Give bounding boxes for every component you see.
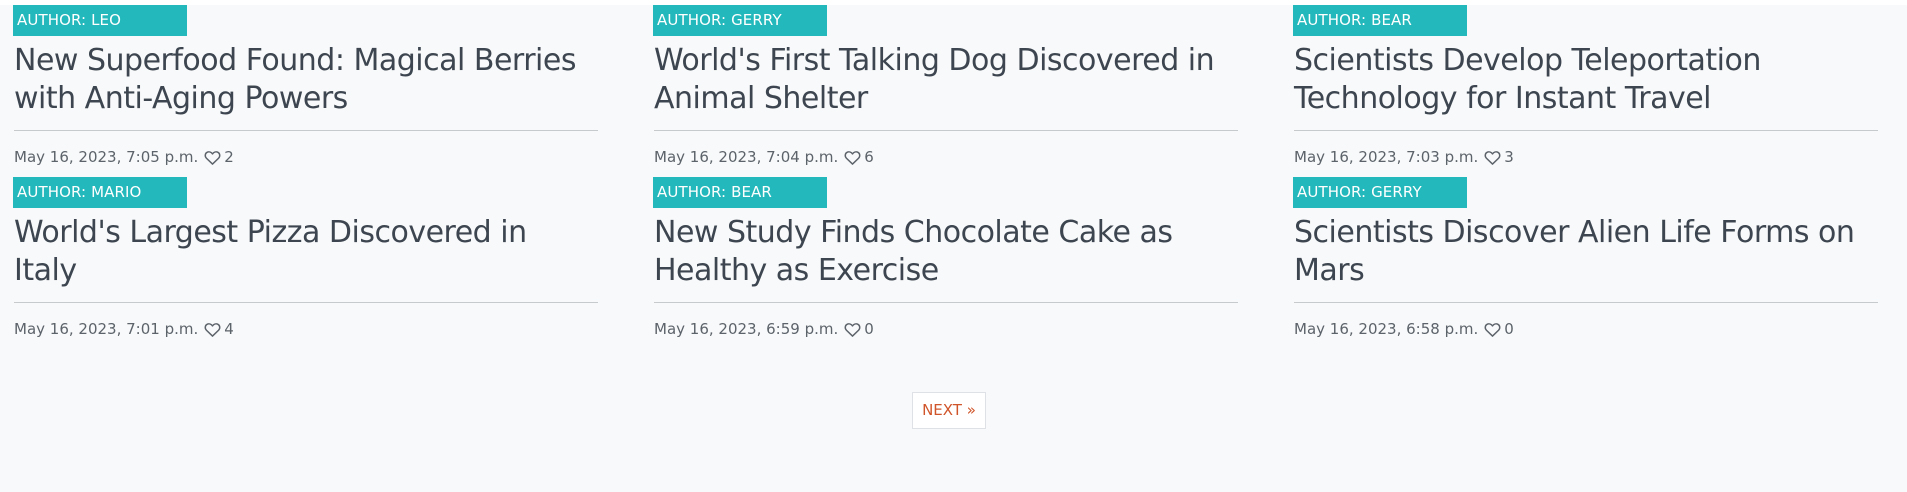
like-count: 2 (224, 148, 234, 166)
article-title[interactable]: World's First Talking Dog Discovered in … (654, 42, 1238, 118)
author-badge[interactable]: AUTHOR: MARIO (13, 177, 187, 208)
article-divider (14, 302, 598, 303)
article-title[interactable]: World's Largest Pizza Discovered in Ital… (14, 214, 598, 290)
author-badge[interactable]: AUTHOR: GERRY (653, 5, 827, 36)
article-title[interactable]: New Study Finds Chocolate Cake as Health… (654, 214, 1238, 290)
article-divider (1294, 130, 1878, 131)
article-date: May 16, 2023, 6:58 p.m. (1294, 320, 1479, 338)
article-title[interactable]: Scientists Discover Alien Life Forms on … (1294, 214, 1878, 290)
article-meta: May 16, 2023, 7:04 p.m. 6 (654, 148, 1238, 166)
article-meta: May 16, 2023, 7:01 p.m. 4 (14, 320, 598, 338)
author-badge[interactable]: AUTHOR: BEAR (653, 177, 827, 208)
heart-icon[interactable] (204, 321, 221, 338)
article-divider (654, 302, 1238, 303)
article-card: AUTHOR: GERRY Scientists Discover Alien … (1293, 177, 1878, 338)
article-divider (14, 130, 598, 131)
article-card: AUTHOR: GERRY World's First Talking Dog … (653, 5, 1238, 166)
like-count: 6 (864, 148, 874, 166)
article-meta: May 16, 2023, 6:58 p.m. 0 (1294, 320, 1878, 338)
article-date: May 16, 2023, 7:01 p.m. (14, 320, 199, 338)
article-meta: May 16, 2023, 7:03 p.m. 3 (1294, 148, 1878, 166)
article-date: May 16, 2023, 6:59 p.m. (654, 320, 839, 338)
article-date: May 16, 2023, 7:03 p.m. (1294, 148, 1479, 166)
heart-icon[interactable] (204, 149, 221, 166)
article-date: May 16, 2023, 7:04 p.m. (654, 148, 839, 166)
author-badge[interactable]: AUTHOR: GERRY (1293, 177, 1467, 208)
article-card: AUTHOR: MARIO World's Largest Pizza Disc… (13, 177, 598, 338)
article-card: AUTHOR: BEAR New Study Finds Chocolate C… (653, 177, 1238, 338)
article-card: AUTHOR: BEAR Scientists Develop Teleport… (1293, 5, 1878, 166)
article-divider (1294, 302, 1878, 303)
heart-icon[interactable] (844, 321, 861, 338)
article-card: AUTHOR: LEO New Superfood Found: Magical… (13, 5, 598, 166)
like-count: 0 (864, 320, 874, 338)
author-badge[interactable]: AUTHOR: LEO (13, 5, 187, 36)
article-meta: May 16, 2023, 6:59 p.m. 0 (654, 320, 1238, 338)
article-divider (654, 130, 1238, 131)
heart-icon[interactable] (1484, 149, 1501, 166)
article-date: May 16, 2023, 7:05 p.m. (14, 148, 199, 166)
author-badge[interactable]: AUTHOR: BEAR (1293, 5, 1467, 36)
page-content: AUTHOR: LEO New Superfood Found: Magical… (0, 5, 1907, 492)
like-count: 3 (1504, 148, 1514, 166)
like-count: 4 (224, 320, 234, 338)
heart-icon[interactable] (1484, 321, 1501, 338)
next-page-button[interactable]: NEXT » (912, 392, 986, 429)
article-title[interactable]: New Superfood Found: Magical Berries wit… (14, 42, 598, 118)
heart-icon[interactable] (844, 149, 861, 166)
article-grid: AUTHOR: LEO New Superfood Found: Magical… (13, 5, 1884, 338)
article-title[interactable]: Scientists Develop Teleportation Technol… (1294, 42, 1878, 118)
like-count: 0 (1504, 320, 1514, 338)
article-meta: May 16, 2023, 7:05 p.m. 2 (14, 148, 598, 166)
